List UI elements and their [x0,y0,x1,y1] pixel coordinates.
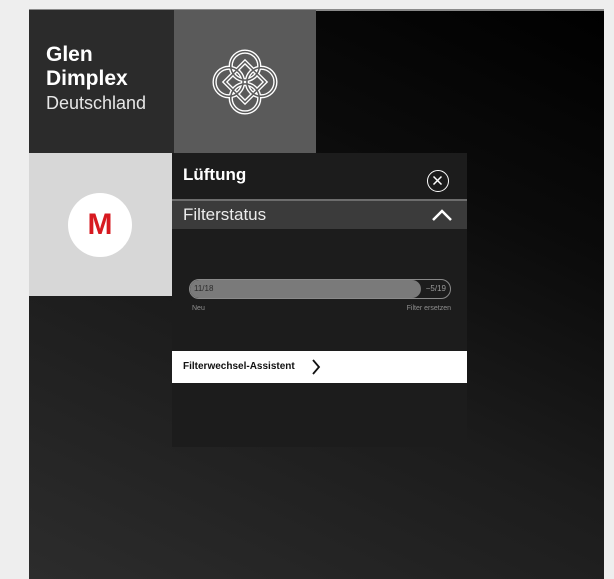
chevron-up-icon[interactable] [431,208,453,222]
chevron-right-icon [312,359,321,375]
brand-name-line1: Glen [46,43,93,66]
scale-end-label: Filter ersetzen [406,305,451,312]
filterstatus-section-header[interactable]: Filterstatus [172,199,467,229]
miele-logo: M [68,193,132,257]
filterstatus-label: Filterstatus [183,205,267,224]
filter-progress-bar: 11/18 −5/19 [189,279,451,299]
brand-tile[interactable]: Glen Dimplex Deutschland [29,10,174,153]
panel-title: Lüftung [183,165,247,184]
celtic-knot-icon [212,49,278,115]
scale-start-label: Neu [192,305,205,312]
filter-progress-right-label: −5/19 [425,284,446,293]
filter-change-assistant-button[interactable]: Filterwechsel-Assistent [172,351,467,383]
filter-progress-left-label: 11/18 [194,284,214,293]
app-frame: Glen Dimplex Deutschland M Lüftung Filte… [29,9,604,579]
miele-logo-letter: M [87,208,113,241]
knot-tile[interactable] [174,10,316,153]
ventilation-panel: Lüftung Filterstatus 11/18 −5/19 Neu Fil… [172,153,467,447]
miele-tile[interactable]: M [29,153,173,296]
brand-name-line2: Dimplex [46,67,128,90]
close-icon [432,175,443,186]
assistant-label: Filterwechsel-Assistent [183,361,295,372]
brand-name-line3: Deutschland [46,93,147,113]
filter-progress-fill [190,280,422,298]
close-button[interactable] [427,170,449,192]
